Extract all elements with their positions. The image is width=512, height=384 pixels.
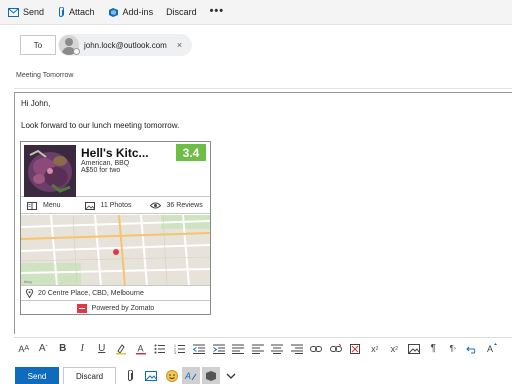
powered-by-label: Powered by Zomato: [91, 305, 155, 312]
addins-button[interactable]: Add-ins: [108, 0, 154, 25]
photos-label: 11 Photos: [100, 202, 132, 209]
discard-top-label: Discard: [166, 7, 197, 17]
reviews-label: 36 Reviews: [166, 202, 203, 209]
subject-field[interactable]: Meeting Tomorrow: [16, 72, 73, 79]
image-icon[interactable]: [404, 338, 424, 360]
undo-icon[interactable]: [463, 338, 483, 360]
restaurant-photo[interactable]: [24, 145, 76, 197]
card-links-row: Menu 11 Photos 36 Reviews: [21, 198, 210, 214]
command-bar: Send Attach Add-ins Discard •••: [0, 0, 512, 25]
send-bottom-button[interactable]: Send: [15, 367, 59, 384]
remove-recipient-icon[interactable]: ×: [177, 40, 182, 50]
svg-text:bing: bing: [24, 279, 32, 284]
bold-icon[interactable]: B: [53, 338, 73, 360]
underline-icon[interactable]: U: [92, 338, 112, 360]
paperclip-icon: [59, 6, 65, 17]
menu-book-icon: [27, 201, 37, 210]
font-color-icon[interactable]: A: [131, 338, 151, 360]
menu-link[interactable]: Menu: [27, 201, 61, 210]
svg-text:A: A: [185, 371, 191, 381]
ltr-icon[interactable]: ¶ ›: [443, 338, 463, 360]
chevron-down-icon[interactable]: [222, 367, 240, 384]
decrease-indent-icon[interactable]: [190, 338, 210, 360]
clear-format-icon[interactable]: [346, 338, 366, 360]
more-icon: •••: [209, 4, 225, 17]
to-label: To: [33, 40, 43, 50]
paragraph-icon[interactable]: ¶: [424, 338, 444, 360]
addins-label: Add-ins: [122, 7, 154, 17]
subscript-icon[interactable]: x2: [385, 338, 405, 360]
address-row: 20 Centre Place, CBD, Melbourne: [21, 287, 210, 301]
send-bottom-label: Send: [27, 371, 47, 381]
addins-icon: [108, 7, 118, 17]
quote-icon[interactable]: [229, 338, 249, 360]
recipient-address: john.lock@outlook.com: [84, 40, 167, 50]
to-button[interactable]: To: [20, 35, 56, 55]
align-left-icon[interactable]: [248, 338, 268, 360]
svg-text:A: A: [487, 344, 493, 354]
attach-icon[interactable]: [121, 367, 139, 384]
superscript-icon[interactable]: x2: [365, 338, 385, 360]
reviews-link[interactable]: 36 Reviews: [149, 202, 203, 209]
attach-label: Attach: [69, 7, 95, 17]
menu-label: Menu: [43, 202, 61, 209]
emoji-icon[interactable]: [163, 367, 181, 384]
svg-text:3: 3: [174, 351, 176, 354]
attach-button[interactable]: Attach: [57, 0, 95, 25]
picture-icon[interactable]: [142, 367, 160, 384]
send-button[interactable]: Send: [8, 0, 44, 25]
presence-icon: [73, 48, 80, 55]
zomato-logo-icon: [76, 304, 87, 313]
font-grow-icon[interactable]: Aˆ: [34, 338, 54, 360]
highlight-icon[interactable]: [112, 338, 132, 360]
send-icon: [8, 7, 19, 17]
recipient-chip[interactable]: john.lock@outlook.com ×: [58, 34, 192, 56]
photo-icon: [84, 201, 95, 210]
format-toolbar: AA Aˆ B I U A 123 x2 x2 ¶ ¶ › A: [14, 337, 512, 359]
subject-divider: [14, 88, 512, 89]
numbering-icon[interactable]: 123: [170, 338, 190, 360]
card-header: Hell's Kitc... American, BBQ A$50 for tw…: [21, 142, 210, 197]
location-map[interactable]: bing: [21, 215, 210, 286]
align-right-icon[interactable]: [287, 338, 307, 360]
discard-bottom-button[interactable]: Discard: [63, 367, 116, 384]
bullets-icon[interactable]: [151, 338, 171, 360]
italic-icon[interactable]: I: [73, 338, 93, 360]
discard-bottom-label: Discard: [75, 371, 104, 381]
more-actions-button[interactable]: •••: [210, 0, 225, 25]
more-icon[interactable]: A: [482, 338, 502, 360]
link-icon[interactable]: [307, 338, 327, 360]
restaurant-card[interactable]: Hell's Kitc... American, BBQ A$50 for tw…: [20, 141, 211, 315]
discard-top-button[interactable]: Discard: [166, 0, 197, 25]
font-size-icon[interactable]: AA: [14, 338, 34, 360]
restaurant-name[interactable]: Hell's Kitc...: [81, 146, 149, 160]
body-greeting: Hi John,: [21, 99, 51, 108]
rating-badge: 3.4: [176, 144, 206, 161]
location-pin-icon: [26, 289, 33, 298]
photos-link[interactable]: 11 Photos: [84, 201, 132, 210]
restaurant-address: 20 Centre Place, CBD, Melbourne: [38, 290, 144, 297]
restaurant-cuisine: American, BBQ: [81, 160, 130, 167]
editor-icon[interactable]: A: [182, 367, 200, 384]
powered-by-row[interactable]: Powered by Zomato: [21, 302, 210, 315]
align-center-icon[interactable]: [268, 338, 288, 360]
send-label: Send: [23, 7, 45, 17]
unlink-icon[interactable]: [326, 338, 346, 360]
eye-icon: [149, 202, 161, 209]
svg-text:A: A: [137, 343, 143, 353]
body-message: Look forward to our lunch meeting tomorr…: [21, 121, 180, 130]
increase-indent-icon[interactable]: [209, 338, 229, 360]
addins-bottom-icon[interactable]: [202, 367, 220, 384]
restaurant-cost: A$50 for two: [81, 167, 121, 174]
